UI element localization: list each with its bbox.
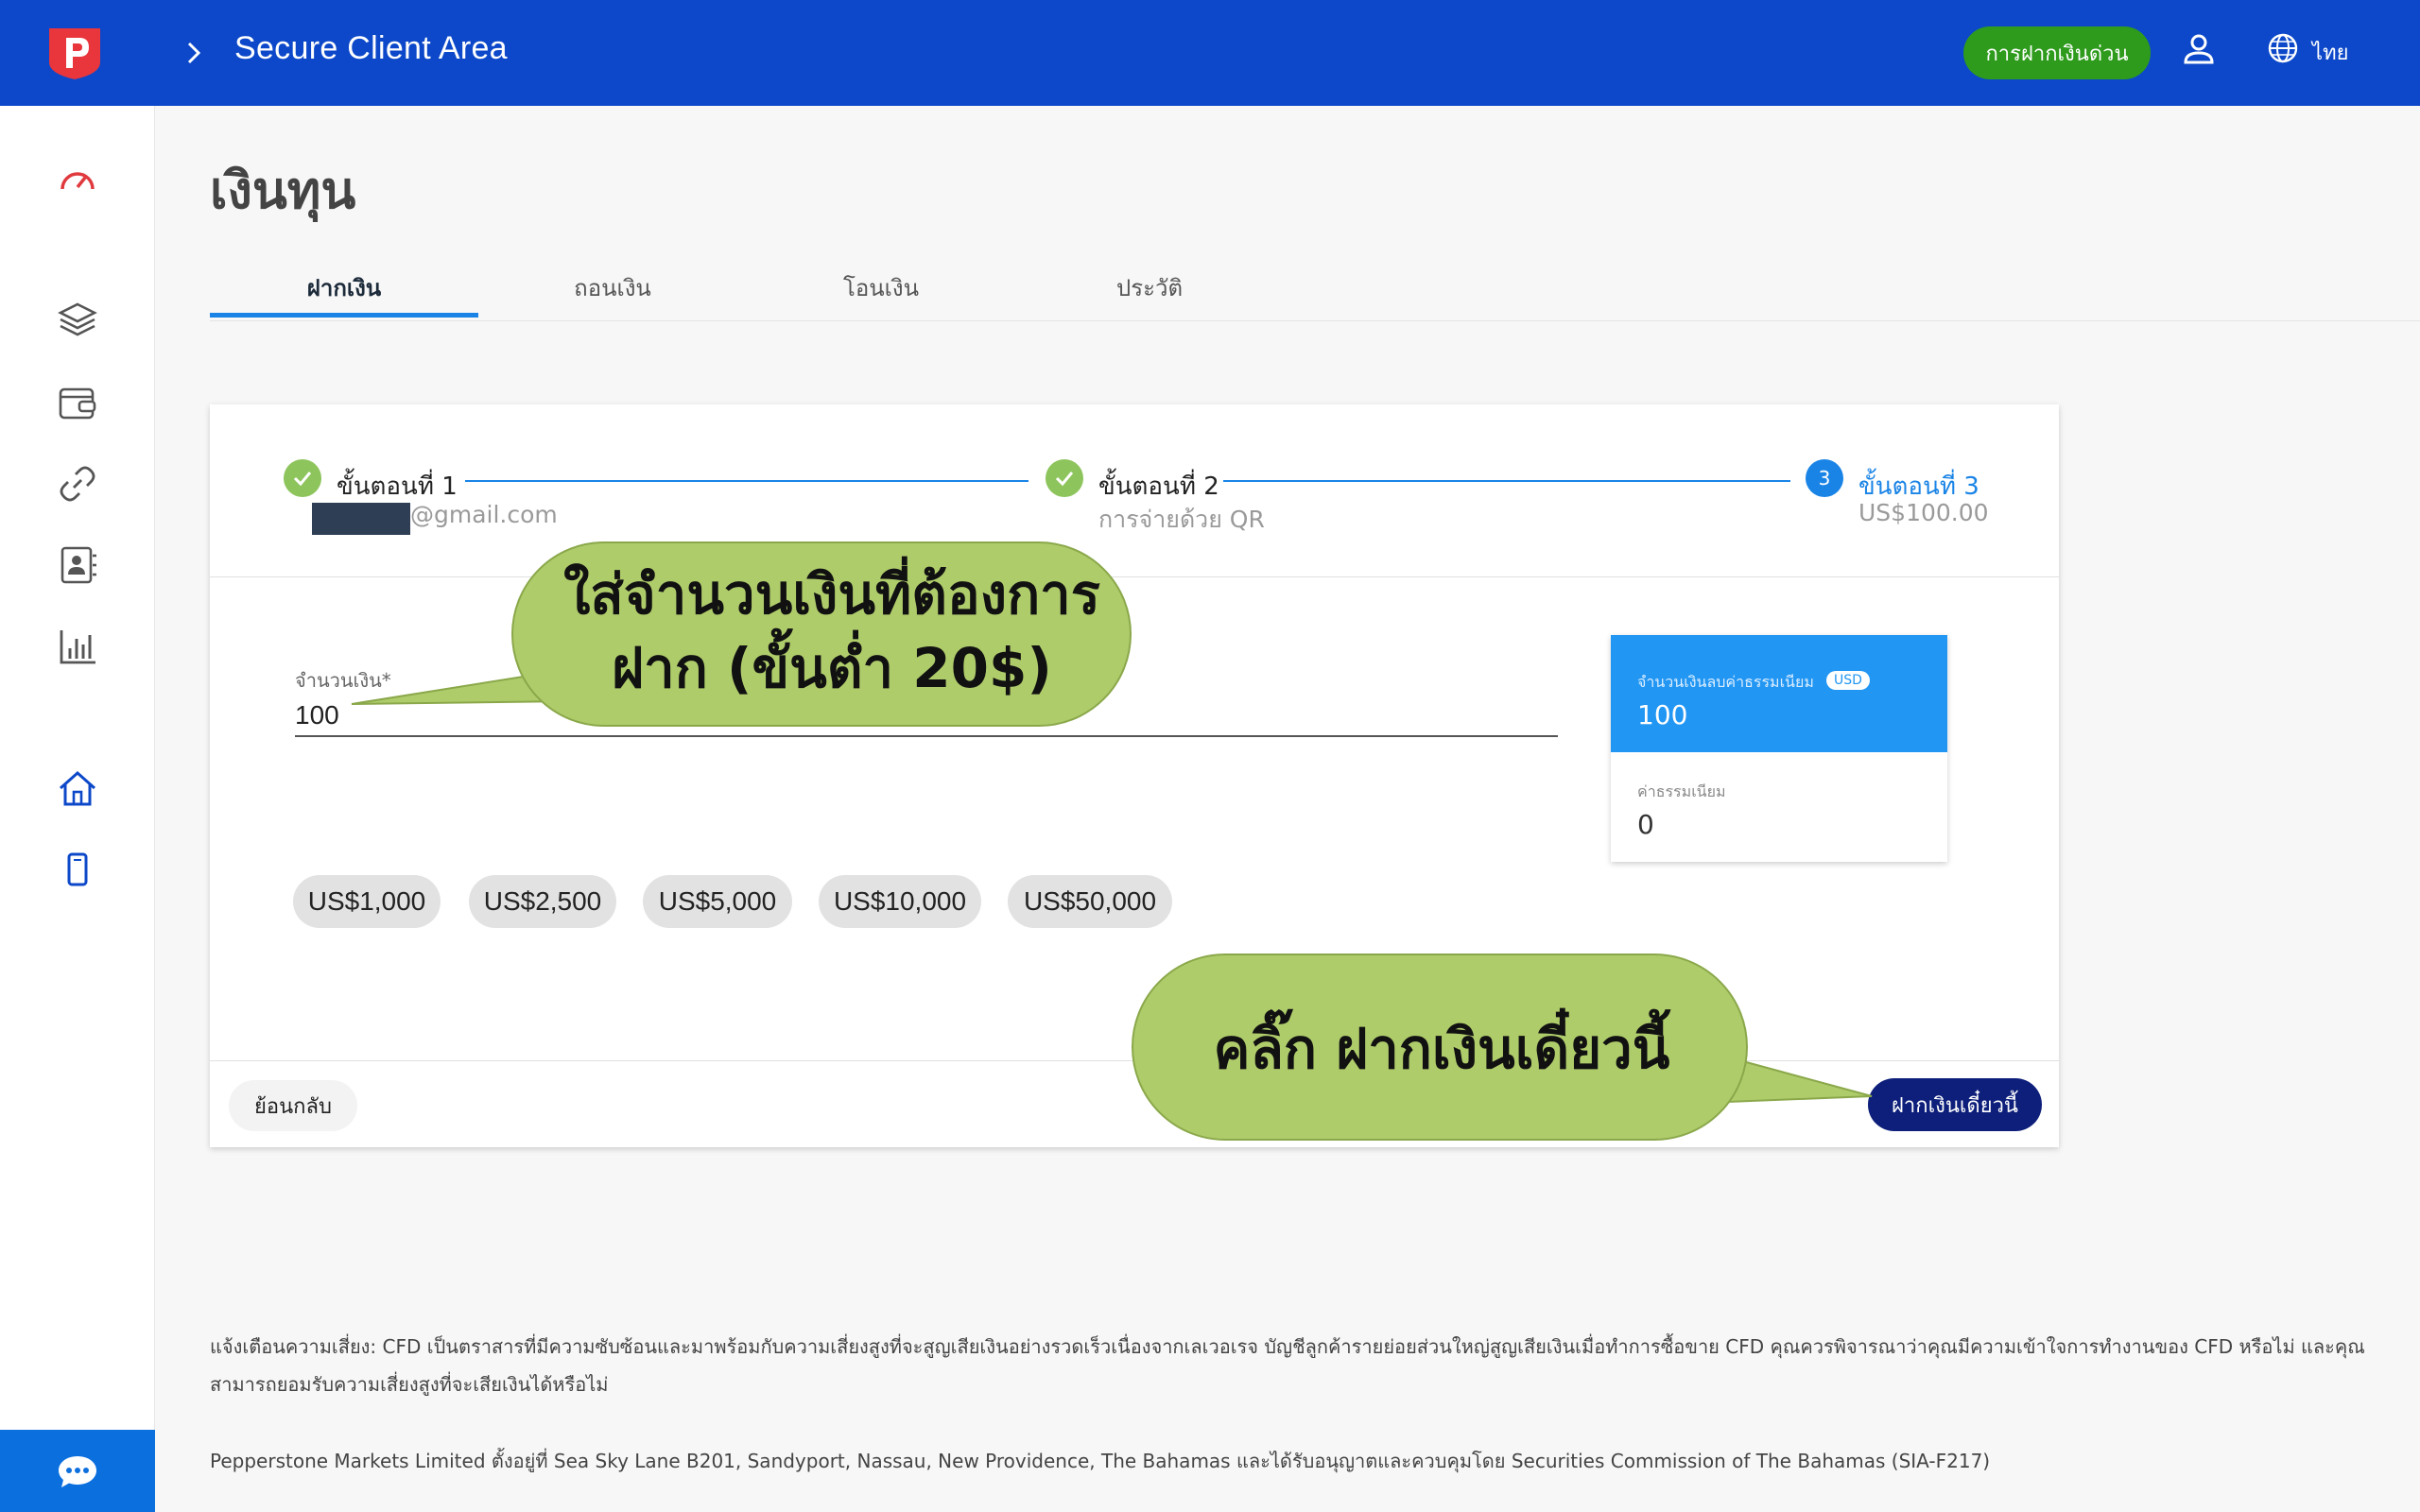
preset-amount-chip[interactable]: US$50,000 xyxy=(1008,875,1172,928)
tab-deposit[interactable]: ฝากเงิน xyxy=(210,253,478,321)
tab-bar: ฝากเงิน ถอนเงิน โอนเงิน ประวัติ xyxy=(210,253,2420,321)
preset-amount-chip[interactable]: US$2,500 xyxy=(469,875,616,928)
active-tab-indicator xyxy=(210,313,478,318)
step-2-subtitle: การจ่ายด้วย QR xyxy=(1098,506,1265,533)
net-amount-value: 100 xyxy=(1637,699,1688,730)
fee-value: 0 xyxy=(1637,809,1654,840)
quick-deposit-button[interactable]: การฝากเงินด่วน xyxy=(1963,26,2151,79)
stepper: ขั้นตอนที่ 1 @gmail.com ขั้นตอนที่ 2 การ… xyxy=(210,404,2059,577)
top-bar: Secure Client Area การฝากเงินด่วน ไทย xyxy=(0,0,2420,106)
redacted-email xyxy=(312,503,410,535)
step-1-title: ขั้นตอนที่ 1 xyxy=(337,472,458,501)
step-connector xyxy=(1223,480,1790,482)
amount-summary: จำนวนเงินลบค่าธรรมเนียม USD 100 ค่าธรรมเ… xyxy=(1611,635,1947,862)
step-1-subtitle: @gmail.com xyxy=(410,501,558,528)
check-icon xyxy=(1055,472,1074,487)
tab-withdraw[interactable]: ถอนเงิน xyxy=(478,253,747,321)
check-icon xyxy=(293,472,312,487)
layers-icon[interactable] xyxy=(57,299,98,340)
fee-label: ค่าธรรมเนียม xyxy=(1637,782,1726,800)
bar-chart-icon[interactable] xyxy=(57,626,98,667)
globe-icon[interactable] xyxy=(2267,32,2299,64)
app-title: Secure Client Area xyxy=(234,30,508,66)
sidebar xyxy=(0,106,155,1512)
home-icon[interactable] xyxy=(57,767,98,809)
callout-amount-text: ใส่จำนวนเงินที่ต้องการ ฝาก (ขั้นต่ำ 20$) xyxy=(529,558,1134,705)
step-3-number: 3 xyxy=(1806,459,1843,497)
step-1-check xyxy=(284,459,321,497)
tab-label: โอนเงิน xyxy=(842,274,920,301)
back-button[interactable]: ย้อนกลับ xyxy=(229,1080,357,1131)
deposit-now-button[interactable]: ฝากเงินเดี๋ยวนี้ xyxy=(1868,1078,2042,1131)
tab-transfer[interactable]: โอนเงิน xyxy=(747,253,1015,321)
step-3-subtitle: US$100.00 xyxy=(1858,499,1989,526)
tab-history[interactable]: ประวัติ xyxy=(1015,253,1284,321)
user-icon[interactable] xyxy=(2180,30,2218,68)
step-2-title: ขั้นตอนที่ 2 xyxy=(1098,472,1219,501)
risk-warning: แจ้งเตือนความเสี่ยง: CFD เป็นตราสารที่มี… xyxy=(210,1335,2365,1396)
tab-label: ประวัติ xyxy=(1115,274,1184,301)
step-connector xyxy=(465,480,1028,482)
tab-label: ฝากเงิน xyxy=(306,274,382,301)
pepperstone-logo[interactable] xyxy=(43,25,106,81)
preset-amount-chip[interactable]: US$5,000 xyxy=(643,875,792,928)
net-amount-label: จำนวนเงินลบค่าธรรมเนียม xyxy=(1637,673,1814,691)
page-title: เงินทุน xyxy=(210,161,356,220)
mobile-icon[interactable] xyxy=(57,849,98,890)
tab-label: ถอนเงิน xyxy=(574,274,651,301)
link-icon[interactable] xyxy=(57,463,98,505)
language-label[interactable]: ไทย xyxy=(2312,36,2348,69)
speedometer-icon[interactable] xyxy=(57,161,98,202)
chevron-right-icon xyxy=(187,42,201,64)
step-2-check xyxy=(1046,459,1083,497)
company-address: Pepperstone Markets Limited ตั้งอยู่ที่ … xyxy=(210,1450,1991,1472)
net-amount-panel: จำนวนเงินลบค่าธรรมเนียม USD 100 xyxy=(1611,635,1947,752)
callout-amount-line-1: ใส่จำนวนเงินที่ต้องการ xyxy=(563,562,1100,627)
preset-amount-chip[interactable]: US$10,000 xyxy=(819,875,981,928)
amount-label: จำนวนเงิน* xyxy=(295,669,391,692)
callout-click-text: คลิ๊ก ฝากเงินเดี๋ยวนี้ xyxy=(1213,1017,1670,1081)
currency-badge: USD xyxy=(1826,671,1870,690)
callout-amount-line-2: ฝาก (ขั้นต่ำ 20$) xyxy=(612,636,1052,700)
chat-icon xyxy=(59,1455,96,1487)
chat-button[interactable] xyxy=(0,1430,155,1512)
contacts-icon[interactable] xyxy=(57,544,98,586)
wallet-icon[interactable] xyxy=(57,382,98,423)
preset-amount-chip[interactable]: US$1,000 xyxy=(293,875,441,928)
